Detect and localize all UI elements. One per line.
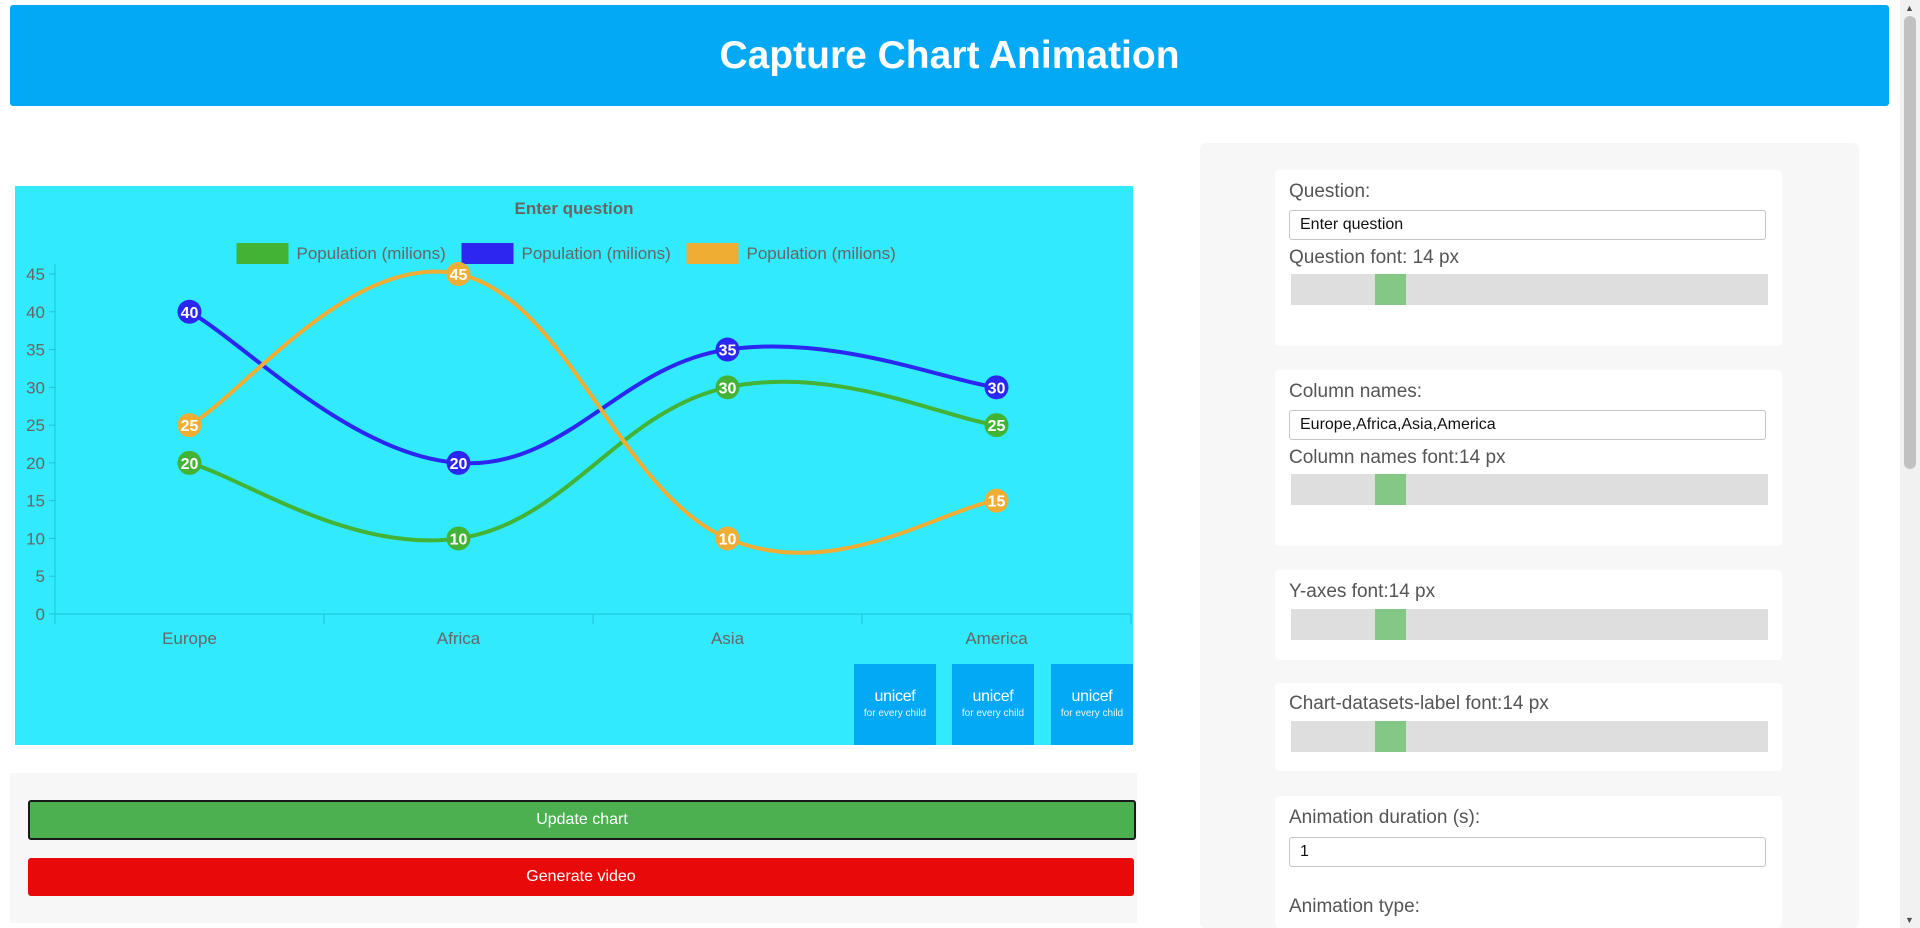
y-tick-label: 0: [36, 605, 45, 624]
scroll-up-icon[interactable]: ▲: [1905, 3, 1914, 13]
question-font-slider[interactable]: [1291, 274, 1768, 305]
data-label: 25: [181, 418, 199, 435]
settings-panel: Question: Question font: 14 px Column na…: [1200, 143, 1859, 928]
animation-type-label: Animation type:: [1289, 896, 1420, 917]
data-label: 25: [988, 418, 1006, 435]
yaxes-font-label: Y-axes font:14 px: [1289, 581, 1436, 602]
datasets-font-card: Chart-datasets-label font:14 px: [1275, 683, 1782, 771]
data-label: 35: [719, 343, 737, 360]
unicef-logo-1: unicef for every child: [854, 664, 936, 745]
page-title: Capture Chart Animation: [719, 33, 1180, 77]
legend-swatch: [236, 243, 289, 264]
scrollbar-thumb[interactable]: [1904, 16, 1916, 469]
data-label: 45: [450, 267, 468, 284]
unicef-logo-2: unicef for every child: [952, 664, 1034, 745]
column-names-input[interactable]: [1289, 410, 1766, 440]
data-label: 30: [988, 380, 1006, 397]
update-chart-button[interactable]: Update chart: [28, 800, 1136, 840]
slider-thumb[interactable]: [1375, 474, 1406, 505]
legend-swatch: [461, 243, 514, 264]
chart-title: Enter question: [514, 199, 633, 218]
yaxes-font-slider[interactable]: [1291, 609, 1768, 640]
y-tick-label: 35: [26, 341, 45, 360]
slider-thumb[interactable]: [1375, 721, 1406, 752]
series-line: [188, 310, 997, 466]
question-card: Question: Question font: 14 px: [1275, 170, 1782, 346]
animation-card: Animation duration (s): Animation type:: [1275, 796, 1782, 928]
y-tick-label: 30: [26, 378, 45, 397]
line-chart: Enter question Population (milions) Popula…: [26, 199, 1132, 648]
y-tick-label: 40: [26, 303, 45, 322]
unicef-logo-3: unicef for every child: [1051, 664, 1133, 745]
slider-thumb[interactable]: [1375, 274, 1406, 305]
y-tick-label: 15: [26, 492, 45, 511]
data-label: 30: [719, 380, 737, 397]
question-input[interactable]: [1289, 210, 1766, 240]
x-tick-label: Africa: [437, 629, 481, 648]
y-tick-label: 10: [26, 529, 45, 548]
data-label: 40: [181, 305, 199, 322]
y-tick-label: 25: [26, 416, 45, 435]
generate-video-button[interactable]: Generate video: [28, 858, 1134, 896]
x-tick-label: Europe: [162, 629, 217, 648]
x-tick-label: America: [965, 629, 1028, 648]
column-names-label: Column names:: [1289, 381, 1423, 402]
chart-area: Enter question Population (milions) Popula…: [15, 186, 1133, 745]
app-header: Capture Chart Animation: [10, 5, 1889, 106]
column-names-font-label: Column names font:14 px: [1289, 447, 1506, 468]
y-tick-label: 20: [26, 454, 45, 473]
y-tick-label: 45: [26, 265, 45, 284]
action-panel: Update chart Generate video: [10, 773, 1137, 923]
data-label: 10: [450, 531, 468, 548]
animation-duration-label: Animation duration (s):: [1289, 807, 1481, 828]
question-label: Question:: [1289, 181, 1371, 202]
series-line: [188, 379, 997, 543]
legend-label: Population (milions): [297, 244, 446, 263]
slider-thumb[interactable]: [1375, 609, 1406, 640]
series-line: [188, 269, 997, 555]
question-font-label: Question font: 14 px: [1289, 247, 1460, 268]
datasets-font-slider[interactable]: [1291, 721, 1768, 752]
data-label: 10: [719, 531, 737, 548]
vertical-scrollbar[interactable]: ▲ ▼: [1900, 0, 1920, 928]
data-label: 20: [450, 456, 468, 473]
legend-label: Population (milions): [522, 244, 671, 263]
column-names-card: Column names: Column names font:14 px: [1275, 370, 1782, 546]
data-label: 20: [181, 456, 199, 473]
data-label: 15: [988, 494, 1006, 511]
legend-label: Population (milions): [747, 244, 896, 263]
scroll-down-icon[interactable]: ▼: [1905, 915, 1914, 925]
yaxes-font-card: Y-axes font:14 px: [1275, 570, 1782, 660]
animation-duration-input[interactable]: [1289, 837, 1766, 867]
datasets-font-label: Chart-datasets-label font:14 px: [1289, 693, 1549, 714]
legend-swatch: [686, 243, 739, 264]
y-tick-label: 5: [36, 567, 45, 586]
x-tick-label: Asia: [711, 629, 745, 648]
column-names-font-slider[interactable]: [1291, 474, 1768, 505]
